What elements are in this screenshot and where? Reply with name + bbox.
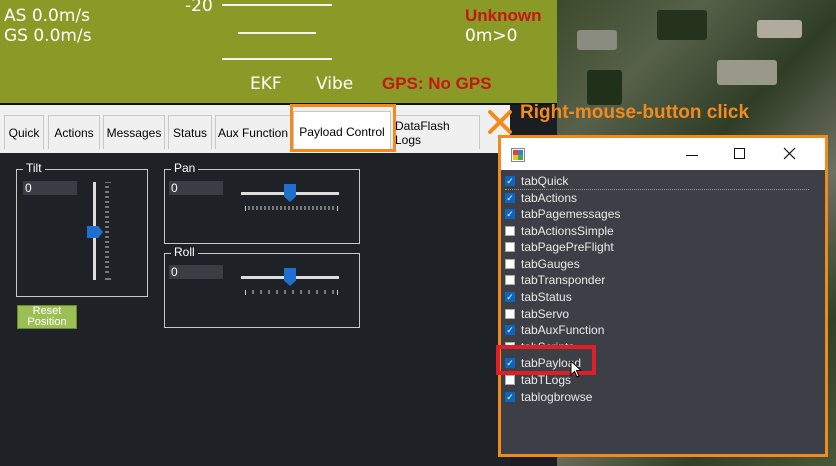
roll-slider-ticks <box>245 290 338 295</box>
pan-label: Pan <box>171 161 199 175</box>
tilt-label: Tilt <box>23 161 45 175</box>
tab-quick[interactable]: Quick <box>4 115 44 149</box>
list-item[interactable]: ✓ tabAuxFunction <box>505 322 604 338</box>
tab-bar: Quick Actions Messages Status Aux Functi… <box>0 105 510 154</box>
roll-value-input[interactable]: 0 <box>169 265 223 279</box>
list-item[interactable]: ✓ tabQuick <box>505 173 809 190</box>
checkbox-checked-icon[interactable]: ✓ <box>505 325 515 335</box>
pan-value-input[interactable]: 0 <box>169 181 223 195</box>
checkbox-checked-icon[interactable]: ✓ <box>505 392 515 402</box>
tab-messages[interactable]: Messages <box>103 115 165 149</box>
list-item[interactable]: tabServo <box>505 306 569 322</box>
payload-control-panel: Tilt 0 Reset Position Pan 0 Roll 0 <box>0 153 510 466</box>
tilt-slider-thumb[interactable] <box>87 226 103 238</box>
checkbox-checked-icon[interactable]: ✓ <box>505 209 515 219</box>
list-item[interactable]: tabGauges <box>505 256 580 272</box>
list-item[interactable]: tabTransponder <box>505 272 605 288</box>
list-item[interactable]: tabActionsSimple <box>505 223 614 239</box>
flight-hud: AS 0.0m/s GS 0.0m/s -20 Unknown 0m>0 EKF… <box>0 0 557 105</box>
mouse-cursor-icon <box>570 360 583 378</box>
pan-slider-ticks <box>245 206 338 211</box>
dialog-titlebar[interactable] <box>501 138 825 170</box>
checkbox-checked-icon[interactable]: ✓ <box>505 292 515 302</box>
vibe-indicator[interactable]: Vibe <box>316 74 353 94</box>
distance-readout: 0m>0 <box>465 26 518 46</box>
flight-mode-label: Unknown <box>465 6 542 25</box>
tilt-group: Tilt 0 <box>16 161 148 297</box>
list-item[interactable]: ✓ tabStatus <box>505 289 572 305</box>
tab-actions[interactable]: Actions <box>48 115 100 149</box>
annotation-label: Right-mouse-button click <box>520 102 750 123</box>
reset-position-button[interactable]: Reset Position <box>17 305 77 329</box>
checkbox-unchecked-icon[interactable] <box>505 275 515 285</box>
checkbox-unchecked-icon[interactable] <box>505 375 515 385</box>
airspeed-readout: AS 0.0m/s <box>4 6 91 26</box>
groundspeed-readout: GS 0.0m/s <box>4 26 92 46</box>
app-window-icon <box>511 148 525 162</box>
horizon-line <box>222 4 332 6</box>
tab-dataflash-logs[interactable]: DataFlash Logs <box>394 115 480 149</box>
list-item[interactable]: ✓ tabPagemessages <box>505 206 620 222</box>
minimize-icon[interactable] <box>685 148 699 162</box>
tilt-value-input[interactable]: 0 <box>23 181 77 195</box>
maximize-icon[interactable] <box>733 147 747 161</box>
pan-group: Pan 0 <box>164 161 360 244</box>
roll-group: Roll 0 <box>164 245 360 328</box>
tilt-slider-ticks <box>105 182 111 280</box>
close-x-annotation-icon <box>488 110 512 134</box>
list-item[interactable]: tabPagePreFlight <box>505 239 614 255</box>
checkbox-unchecked-icon[interactable] <box>505 242 515 252</box>
checkbox-unchecked-icon[interactable] <box>505 259 515 269</box>
close-icon[interactable] <box>783 147 797 161</box>
checkbox-unchecked-icon[interactable] <box>505 226 515 236</box>
checkbox-unchecked-icon[interactable] <box>505 309 515 319</box>
pan-slider-thumb[interactable] <box>284 184 296 202</box>
tab-status[interactable]: Status <box>168 115 212 149</box>
tab-visibility-dialog: ✓ tabQuick ✓ tabActions ✓ tabPagemessages t… <box>498 135 828 457</box>
ekf-indicator[interactable]: EKF <box>250 74 282 94</box>
pitch-ladder-line <box>222 58 332 60</box>
checkbox-checked-icon[interactable]: ✓ <box>505 176 515 186</box>
roll-slider-thumb[interactable] <box>284 268 296 286</box>
tab-aux-function[interactable]: Aux Function <box>215 115 291 149</box>
gps-status: GPS: No GPS <box>382 74 492 93</box>
roll-label: Roll <box>171 245 198 259</box>
list-item[interactable]: ✓ tablogbrowse <box>505 389 592 405</box>
list-item[interactable]: ✓ tabActions <box>505 190 577 206</box>
pitch-ladder-line <box>238 32 316 34</box>
heading-tick-label: -20 <box>185 0 213 16</box>
tab-highlight-box <box>290 104 396 152</box>
checkbox-checked-icon[interactable]: ✓ <box>505 193 515 203</box>
tab-checklist: ✓ tabQuick ✓ tabActions ✓ tabPagemessages t… <box>501 170 813 457</box>
